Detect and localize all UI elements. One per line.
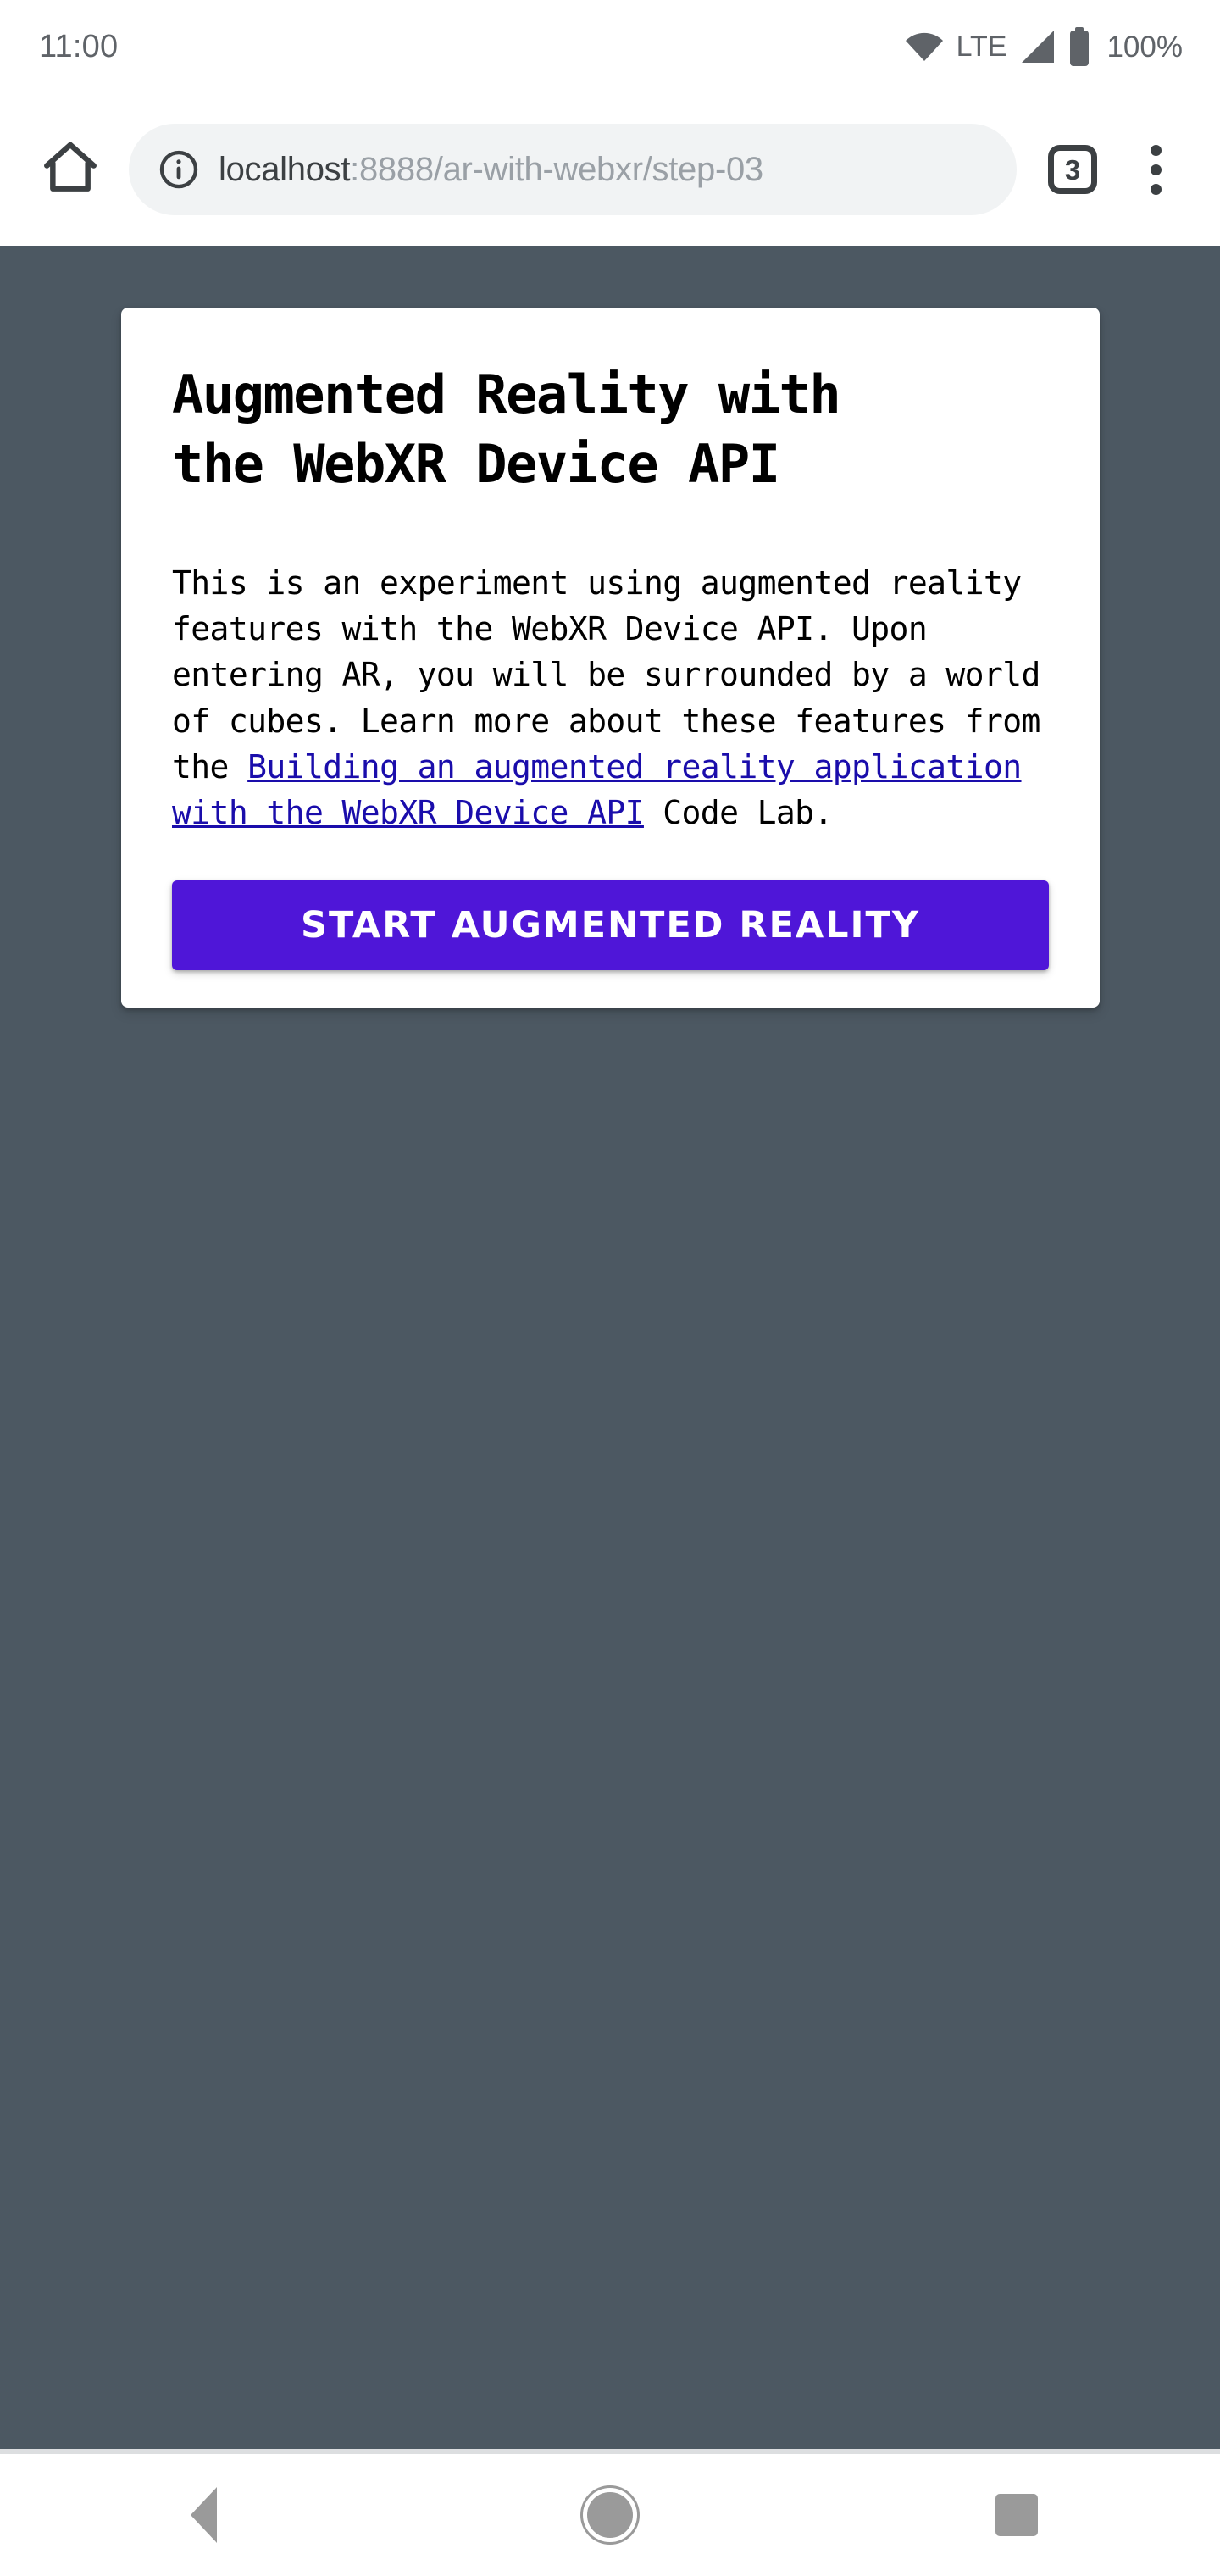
home-button[interactable] <box>24 123 117 216</box>
three-dot-menu-icon-dot-2 <box>1150 164 1162 175</box>
phone-screen: 11:00 LTE 100% localhost:8888/ar-with-we… <box>0 0 1220 2576</box>
description-text-after-link: Code Lab. <box>643 794 833 832</box>
battery-icon <box>1068 27 1091 66</box>
page-description: This is an experiment using augmented re… <box>172 560 1049 836</box>
network-type-label: LTE <box>956 31 1007 63</box>
status-clock: 11:00 <box>39 29 119 64</box>
url-path: :8888/ar-with-webxr/step-03 <box>350 151 763 188</box>
browser-toolbar: localhost:8888/ar-with-webxr/step-03 3 <box>0 93 1220 246</box>
tab-count-label: 3 <box>1064 153 1081 186</box>
info-circle-icon[interactable] <box>158 148 200 191</box>
web-page-viewport: Augmented Reality with the WebXR Device … <box>0 246 1220 2449</box>
recents-square-icon <box>995 2494 1038 2536</box>
tab-count-square-icon: 3 <box>1048 145 1097 194</box>
signal-icon <box>1018 29 1056 64</box>
nav-home-button[interactable] <box>525 2454 695 2576</box>
status-icons: LTE 100% <box>904 27 1183 66</box>
battery-percent-label: 100% <box>1106 30 1183 64</box>
nav-recents-button[interactable] <box>932 2454 1101 2576</box>
url-bar[interactable]: localhost:8888/ar-with-webxr/step-03 <box>129 124 1017 215</box>
nav-back-button[interactable] <box>119 2454 288 2576</box>
page-title: Augmented Reality with the WebXR Device … <box>172 364 841 495</box>
status-bar: 11:00 LTE 100% <box>0 0 1220 93</box>
browser-menu-button[interactable] <box>1115 127 1196 212</box>
android-navigation-bar <box>0 2449 1220 2576</box>
tab-switcher-button[interactable]: 3 <box>1030 127 1115 212</box>
url-text: localhost:8888/ar-with-webxr/step-03 <box>219 151 763 188</box>
wifi-icon <box>904 31 945 63</box>
three-dot-menu-icon-dot-3 <box>1150 183 1162 195</box>
url-host: localhost <box>219 151 351 188</box>
codelab-link[interactable]: Building an augmented reality applicatio… <box>172 748 1022 831</box>
back-icon <box>190 2487 217 2543</box>
info-card: Augmented Reality with the WebXR Device … <box>121 308 1100 1008</box>
home-circle-icon <box>587 2492 633 2538</box>
home-icon <box>39 136 102 203</box>
start-augmented-reality-button[interactable]: START AUGMENTED REALITY <box>172 880 1049 970</box>
three-dot-menu-icon <box>1150 144 1162 156</box>
